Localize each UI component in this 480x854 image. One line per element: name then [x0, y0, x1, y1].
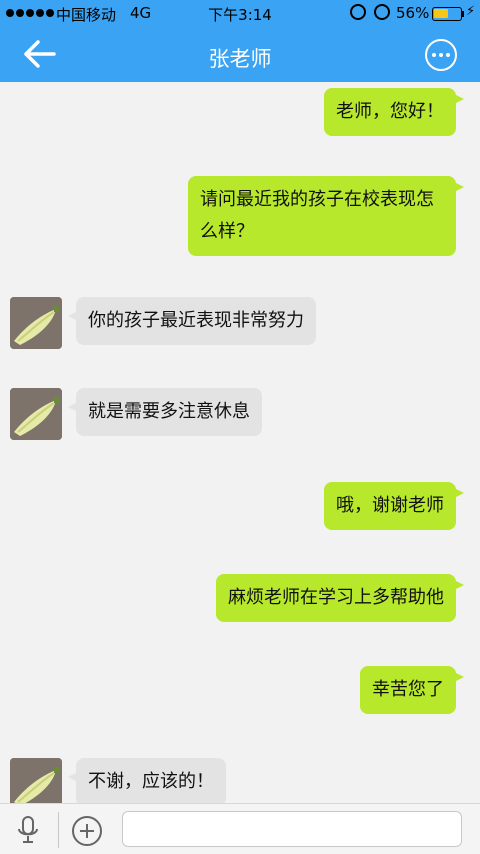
- message-bubble-outgoing[interactable]: 幸苦您了: [360, 666, 464, 714]
- charging-icon: ⚡: [466, 4, 476, 19]
- top-bar: 中国移动 4G 下午3:14 56% ⚡ 张老师: [0, 0, 480, 82]
- message-bubble-incoming[interactable]: 就是需要多注意休息: [68, 388, 262, 436]
- microphone-icon[interactable]: [12, 814, 44, 846]
- avatar[interactable]: [10, 297, 62, 349]
- message-input[interactable]: [122, 811, 462, 847]
- message-bubble-outgoing[interactable]: 老师，您好！: [324, 88, 464, 136]
- battery-percent: 56%: [396, 4, 430, 22]
- input-toolbar: [0, 803, 480, 854]
- avatar-image: [10, 758, 62, 803]
- more-circle-icon[interactable]: [424, 38, 458, 72]
- plus-circle-icon[interactable]: [70, 814, 104, 848]
- chat-messages[interactable]: 老师，您好！ 请问最近我的孩子在校表现怎么样？ 你的孩子最近表现非常努力 就是需…: [0, 82, 480, 803]
- avatar-image: [10, 297, 62, 349]
- battery-tip: [462, 11, 464, 17]
- message-bubble-outgoing[interactable]: 请问最近我的孩子在校表现怎么样？: [188, 176, 464, 256]
- message-bubble-outgoing[interactable]: 哦，谢谢老师: [324, 482, 464, 530]
- chat-title: 张老师: [208, 47, 272, 71]
- navigation-bar: 张老师: [0, 26, 480, 82]
- message-bubble-incoming[interactable]: 不谢，应该的！: [68, 758, 226, 803]
- avatar-image: [10, 388, 62, 440]
- message-bubble-incoming[interactable]: 你的孩子最近表现非常努力: [68, 297, 316, 345]
- alarm-icon: [374, 4, 390, 20]
- avatar[interactable]: [10, 758, 62, 803]
- toolbar-divider: [58, 812, 59, 848]
- message-bubble-outgoing[interactable]: 麻烦老师在学习上多帮助他: [216, 574, 464, 622]
- avatar[interactable]: [10, 388, 62, 440]
- battery-icon: [432, 7, 462, 21]
- rotation-lock-icon: [350, 4, 366, 20]
- status-bar: 中国移动 4G 下午3:14 56% ⚡: [0, 0, 480, 26]
